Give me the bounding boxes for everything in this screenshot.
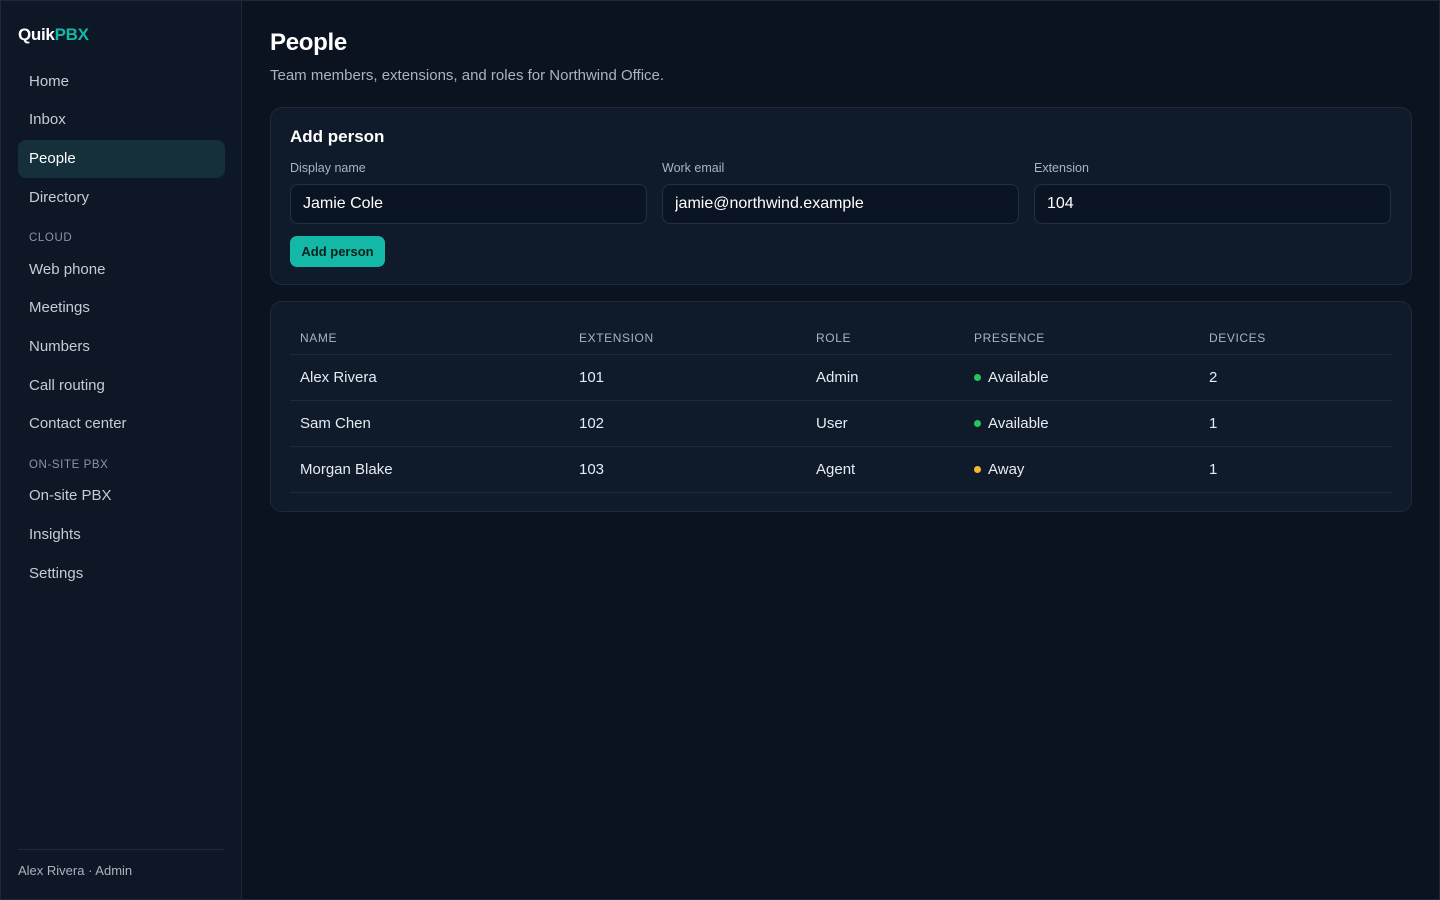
add-person-title: Add person <box>290 127 385 146</box>
cell-extension: 102 <box>579 415 605 432</box>
sidebar-item-settings[interactable]: Settings <box>18 555 225 593</box>
main-content: People Team members, extensions, and rol… <box>242 1 1440 899</box>
presence-label: Away <box>988 461 1025 478</box>
add-person-card: Add person Display name Work email Exten… <box>270 107 1412 285</box>
column-header-extension[interactable]: EXTENSION <box>579 331 654 345</box>
add-person-button[interactable]: Add person <box>290 236 385 267</box>
work-email-label: Work email <box>662 161 725 175</box>
app-window: QuikPBX Home Inbox People Directory CLOU… <box>0 0 1440 900</box>
sidebar-item-meetings[interactable]: Meetings <box>18 289 225 327</box>
column-header-devices[interactable]: DEVICES <box>1209 331 1266 345</box>
page-title: People <box>270 29 347 56</box>
cell-extension: 103 <box>579 461 605 478</box>
cell-devices: 1 <box>1209 415 1218 432</box>
sidebar-item-numbers[interactable]: Numbers <box>18 328 225 366</box>
cell-presence: Available <box>974 415 1049 432</box>
presence-dot-icon <box>974 374 981 381</box>
display-name-label: Display name <box>290 161 366 175</box>
cell-devices: 2 <box>1209 369 1218 386</box>
cell-role: Agent <box>816 461 856 478</box>
sidebar-item-insights[interactable]: Insights <box>18 516 225 554</box>
brand-logo-part2: PBX <box>54 25 89 44</box>
extension-field[interactable] <box>1034 184 1391 224</box>
sidebar: QuikPBX Home Inbox People Directory CLOU… <box>1 1 242 899</box>
sidebar-item-call-routing[interactable]: Call routing <box>18 367 225 405</box>
presence-dot-icon <box>974 420 981 427</box>
sidebar-item-onsite-pbx[interactable]: On-site PBX <box>18 477 225 515</box>
sidebar-section-onsite: ON-SITE PBX <box>29 459 109 471</box>
presence-label: Available <box>988 369 1049 386</box>
display-name-field[interactable] <box>290 184 647 224</box>
sidebar-section-cloud: CLOUD <box>29 232 73 244</box>
sidebar-item-people[interactable]: People <box>18 140 225 178</box>
column-header-name[interactable]: NAME <box>300 331 337 345</box>
work-email-field[interactable] <box>662 184 1019 224</box>
cell-name: Sam Chen <box>300 415 371 432</box>
people-table: NAME EXTENSION ROLE PRESENCE DEVICES Ale… <box>270 301 1412 512</box>
cell-devices: 1 <box>1209 461 1218 478</box>
sidebar-item-web-phone[interactable]: Web phone <box>18 251 225 289</box>
current-user[interactable]: Alex Rivera · Admin <box>18 863 132 878</box>
sidebar-item-directory[interactable]: Directory <box>18 179 225 217</box>
sidebar-divider <box>18 849 225 850</box>
cell-presence: Available <box>974 369 1049 386</box>
table-row[interactable]: Morgan Blake 103 Agent Away 1 <box>290 447 1392 493</box>
cell-extension: 101 <box>579 369 605 386</box>
column-header-role[interactable]: ROLE <box>816 331 851 345</box>
brand-logo-part1: Quik <box>18 25 55 44</box>
brand-logo[interactable]: QuikPBX <box>18 25 89 45</box>
cell-role: Admin <box>816 369 859 386</box>
presence-dot-icon <box>974 466 981 473</box>
column-header-presence[interactable]: PRESENCE <box>974 331 1045 345</box>
cell-name: Morgan Blake <box>300 461 393 478</box>
table-row[interactable]: Sam Chen 102 User Available 1 <box>290 401 1392 447</box>
sidebar-item-inbox[interactable]: Inbox <box>18 101 225 139</box>
presence-label: Available <box>988 415 1049 432</box>
sidebar-item-home[interactable]: Home <box>18 63 225 101</box>
cell-role: User <box>816 415 848 432</box>
sidebar-item-contact-center[interactable]: Contact center <box>18 405 225 443</box>
table-row[interactable]: Alex Rivera 101 Admin Available 2 <box>290 355 1392 401</box>
extension-label: Extension <box>1034 161 1089 175</box>
cell-presence: Away <box>974 461 1024 478</box>
cell-name: Alex Rivera <box>300 369 377 386</box>
page-subtitle: Team members, extensions, and roles for … <box>270 67 665 84</box>
